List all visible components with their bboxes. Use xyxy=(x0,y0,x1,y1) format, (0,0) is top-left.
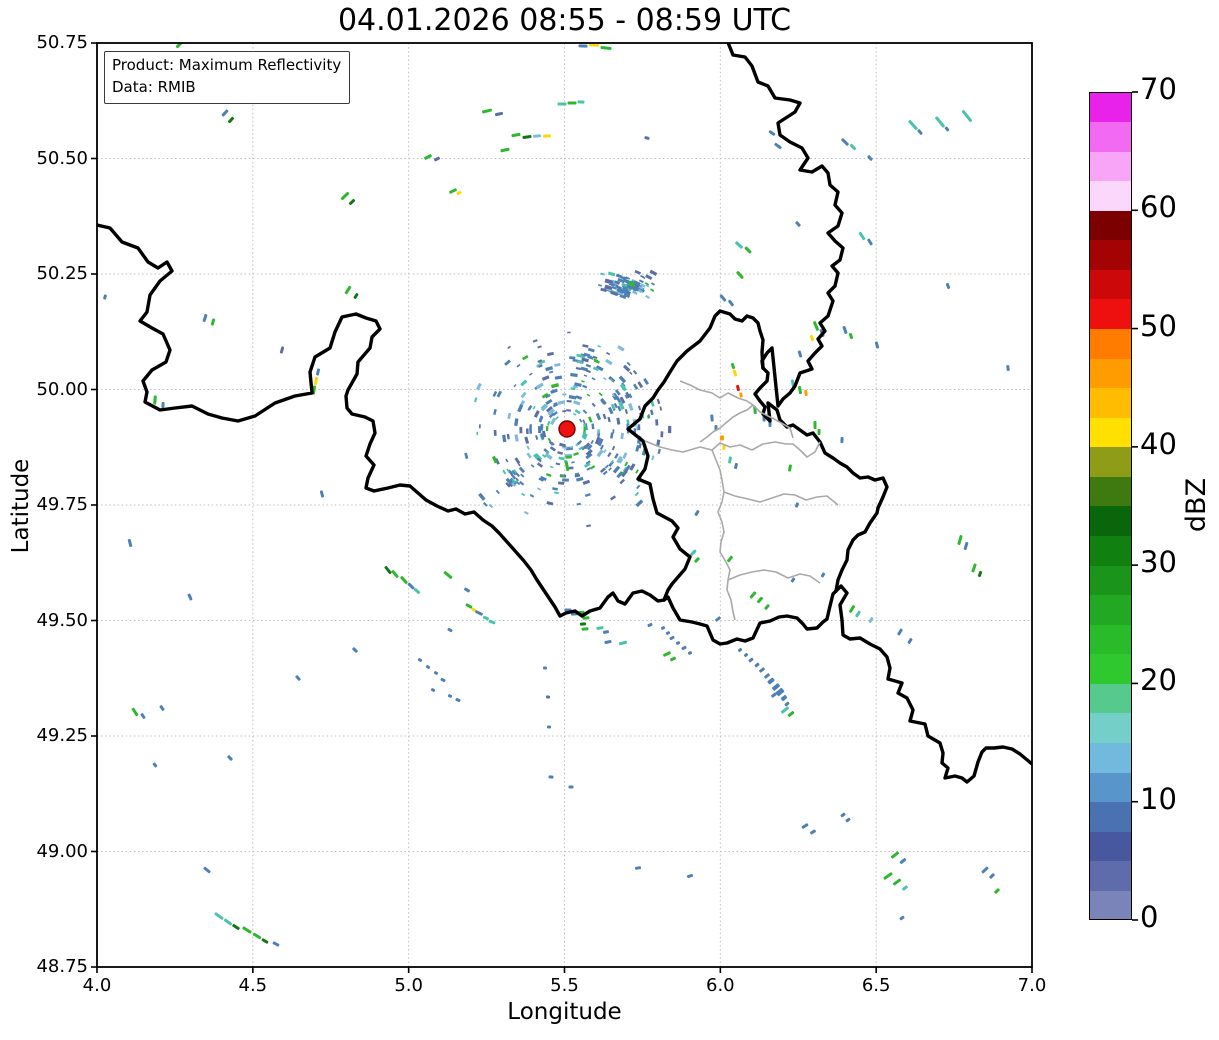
colorbar-tick-70: 70 xyxy=(1140,72,1177,106)
map-layer xyxy=(97,43,1032,967)
y-tick-50.50: 50.50 xyxy=(36,147,88,169)
border-france-germany xyxy=(834,584,1032,784)
y-tick-48.75: 48.75 xyxy=(36,956,88,977)
y-tick-49.50: 49.50 xyxy=(36,609,88,631)
y-tick-50.25: 50.25 xyxy=(36,263,88,284)
y-tick-49.00: 49.00 xyxy=(36,840,88,862)
x-tick-5.0: 5.0 xyxy=(394,975,423,996)
info-data-source: Data: RMIB xyxy=(112,77,196,96)
colorbar-tick-0: 0 xyxy=(1140,900,1159,934)
gridlines xyxy=(97,43,1032,967)
colorbar-tick-30: 30 xyxy=(1140,545,1177,580)
ground-clutter xyxy=(464,269,672,528)
tick-marks xyxy=(91,42,1138,973)
x-tick-5.5: 5.5 xyxy=(550,975,579,996)
y-tick-50.75: 50.75 xyxy=(36,32,88,53)
y-tick-49.75: 49.75 xyxy=(36,494,88,515)
colorbar-tick-60: 60 xyxy=(1140,190,1177,225)
y-tick-49.25: 49.25 xyxy=(36,725,88,746)
x-tick-6.0: 6.0 xyxy=(706,975,735,996)
colorbar-label: dBZ xyxy=(1181,477,1212,533)
colorbar-tick-40: 40 xyxy=(1140,426,1177,461)
map-canvas xyxy=(91,42,1138,973)
y-tick-50.00: 50.00 xyxy=(36,378,88,400)
x-axis-label: Longitude xyxy=(507,999,622,1025)
x-tick-6.5: 6.5 xyxy=(861,975,891,996)
border-belgium-luxembourg xyxy=(626,309,765,602)
x-tick-4.0: 4.0 xyxy=(82,975,112,996)
x-tick-4.5: 4.5 xyxy=(238,975,268,996)
colorbar-tick-50: 50 xyxy=(1140,308,1177,343)
border-belgium-germany xyxy=(726,43,845,408)
x-tick-7.0: 7.0 xyxy=(1017,975,1047,996)
info-product: Product: Maximum Reflectivity xyxy=(112,56,342,74)
radar-station-marker xyxy=(558,420,576,438)
info-box: Product: Maximum Reflectivity Data: RMIB xyxy=(104,51,351,104)
border-germany-luxembourg xyxy=(753,366,889,593)
colorbar-tick-10: 10 xyxy=(1140,781,1177,816)
colorbar-tick-20: 20 xyxy=(1140,663,1177,698)
border-france-belgium xyxy=(97,223,666,618)
radar-map-figure: 04.01.2026 08:55 - 08:59 UTC Product: Ma… xyxy=(0,0,1219,1040)
border-france-luxembourg xyxy=(662,589,838,646)
colorbar-frame xyxy=(1089,92,1132,920)
